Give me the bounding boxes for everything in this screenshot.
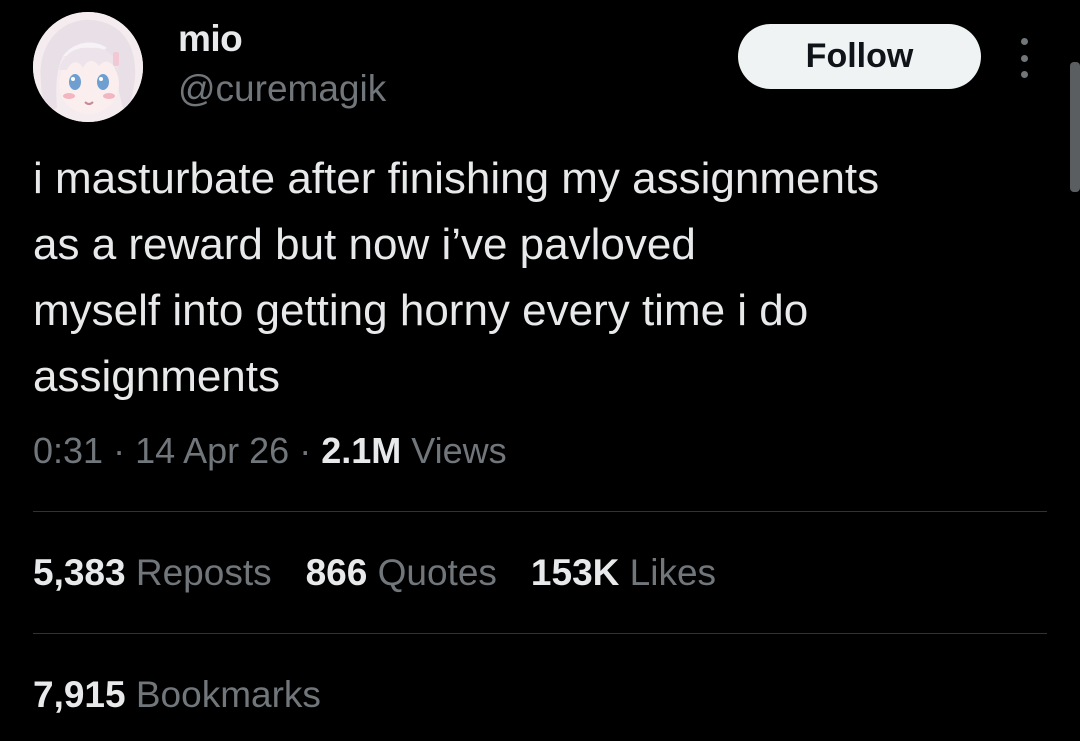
tweet-date[interactable]: 14 Apr 26	[135, 430, 289, 471]
quotes-stat[interactable]: 866 Quotes	[306, 552, 497, 594]
tweet-text-line: assignments	[33, 352, 281, 401]
bookmarks-stat[interactable]: 7,915 Bookmarks	[33, 674, 321, 716]
tweet-time[interactable]: 0:31	[33, 430, 103, 471]
dot-icon	[1020, 38, 1028, 45]
dot-icon	[1020, 71, 1028, 78]
engagement-stats: 5,383 Reposts 866 Quotes 153K Likes	[33, 552, 750, 594]
quotes-count: 866	[305, 552, 368, 593]
divider	[33, 511, 1047, 512]
bookmarks-label: Bookmarks	[125, 674, 321, 715]
tweet-meta: 0:31 · 14 Apr 26 · 2.1M Views	[33, 430, 507, 472]
quotes-label: Quotes	[367, 552, 497, 593]
likes-label: Likes	[619, 552, 717, 593]
avatar-anime-girl-icon	[33, 12, 143, 122]
meta-separator: ·	[103, 430, 136, 471]
tweet-text-line: i masturbate after finishing my assignme…	[33, 154, 880, 203]
meta-separator: ·	[289, 430, 322, 471]
reposts-stat[interactable]: 5,383 Reposts	[33, 552, 272, 594]
follow-button[interactable]: Follow	[738, 24, 981, 89]
reposts-label: Reposts	[125, 552, 272, 593]
views-count: 2.1M	[321, 430, 402, 471]
avatar[interactable]	[33, 12, 143, 122]
likes-stat[interactable]: 153K Likes	[531, 552, 716, 594]
display-name[interactable]: mio	[178, 18, 243, 60]
tweet-detail: mio @curemagik Follow i masturbate after…	[0, 0, 1080, 741]
tweet-text-line: as a reward but now i’ve pavloved	[33, 220, 696, 269]
scrollbar[interactable]	[1070, 62, 1080, 192]
tweet-text: i masturbate after finishing my assignme…	[33, 146, 1053, 410]
more-vertical-icon[interactable]	[1013, 38, 1035, 78]
bookmarks-count: 7,915	[33, 674, 126, 715]
user-handle[interactable]: @curemagik	[178, 68, 386, 110]
likes-count: 153K	[530, 552, 620, 593]
divider	[33, 633, 1047, 634]
views-label: Views	[401, 430, 507, 471]
tweet-text-line: myself into getting horny every time i d…	[33, 286, 809, 335]
dot-icon	[1020, 54, 1028, 62]
reposts-count: 5,383	[33, 552, 126, 593]
